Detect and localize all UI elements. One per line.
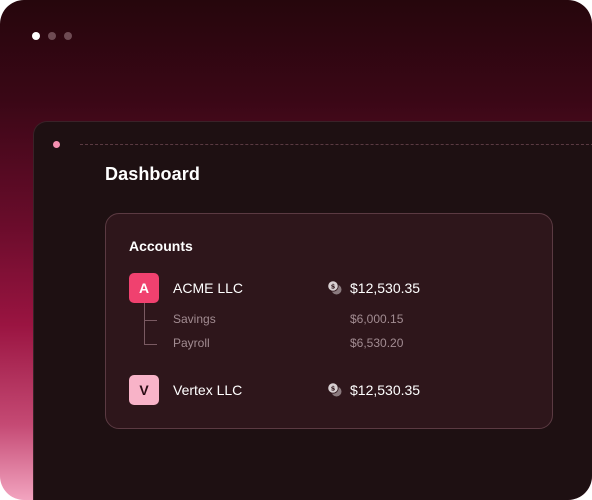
window-dots [32,32,72,40]
coins-icon: $ [327,280,342,295]
sub-account-balance: $6,000.15 [350,312,404,326]
sub-account-row-payroll[interactable]: Payroll $6,530.20 [129,320,529,352]
dashed-divider [80,144,592,145]
tree-connector [144,303,157,321]
status-indicator-dot [53,141,60,148]
window-dot[interactable] [64,32,72,40]
sub-account-row-savings[interactable]: Savings $6,000.15 [129,303,529,328]
coins-icon: $ [327,382,342,397]
avatar: V [129,375,159,405]
app-frame: Dashboard Accounts A ACME LLC $ $12,530.… [0,0,592,500]
dashboard-panel: Dashboard Accounts A ACME LLC $ $12,530.… [33,121,592,500]
sub-account-name: Savings [173,312,216,326]
tree-connector [144,320,157,345]
account-row-vertex[interactable]: V Vertex LLC $ $12,530.35 [129,375,529,405]
card-title: Accounts [129,238,193,254]
window-dot[interactable] [48,32,56,40]
svg-text:$: $ [331,384,336,392]
window-dot-active[interactable] [32,32,40,40]
sub-account-name: Payroll [173,336,210,350]
account-row-acme[interactable]: A ACME LLC $ $12,530.35 [129,273,529,303]
svg-text:$: $ [331,282,336,290]
account-name: Vertex LLC [173,382,243,398]
account-balance: $12,530.35 [350,382,421,398]
accounts-card: Accounts A ACME LLC $ $12,530.35 Savings… [105,213,553,429]
page-title: Dashboard [105,164,200,184]
sub-account-balance: $6,530.20 [350,336,404,350]
account-balance: $12,530.35 [350,280,421,296]
avatar: A [129,273,159,303]
account-name: ACME LLC [173,280,244,296]
